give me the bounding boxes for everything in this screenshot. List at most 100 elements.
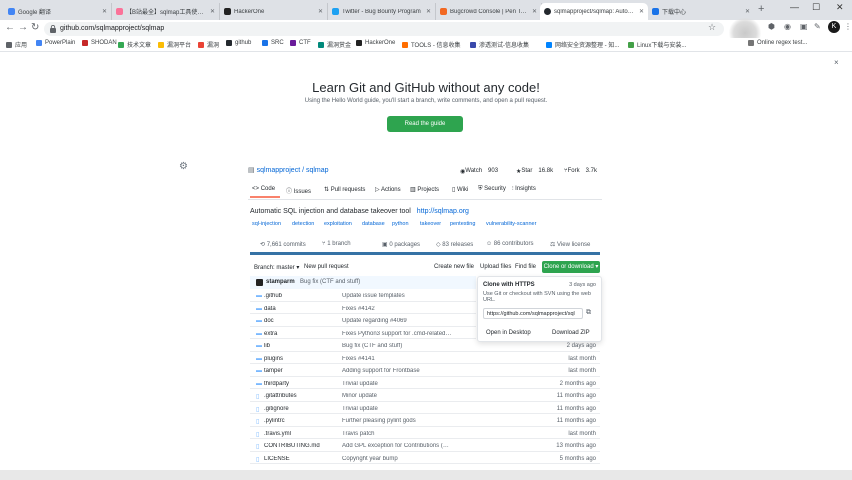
topic-tag[interactable]: detection [292, 221, 314, 227]
window-close-button[interactable]: ✕ [836, 2, 844, 13]
new-pull-request-button[interactable]: New pull request [304, 264, 349, 270]
file-commit-message[interactable]: Add GPL exception for Contributions (#34… [342, 443, 452, 449]
fork-button[interactable]: ⑂ Fork 3.7k [564, 165, 597, 177]
bookmark-item[interactable]: HackerOne [356, 40, 395, 46]
avatar[interactable] [256, 279, 263, 286]
file-name[interactable]: .pylintrc [264, 418, 324, 424]
close-icon[interactable]: ✕ [426, 8, 431, 15]
upload-files-button[interactable]: Upload files [480, 264, 511, 270]
extension-icon[interactable]: ✎ [814, 22, 821, 31]
table-row[interactable]: ▬ data Fixes #4142 [250, 302, 476, 314]
download-zip-button[interactable]: Download ZIP [552, 330, 590, 336]
bookmark-item[interactable]: SRC [262, 40, 284, 46]
read-guide-button[interactable]: Read the guide [387, 116, 463, 132]
file-name[interactable]: lib [264, 343, 324, 349]
browser-tab[interactable]: 【B站最全】sqlmap工具使用教程 ✕ [112, 3, 220, 20]
file-name[interactable]: LICENSE [264, 456, 324, 462]
file-name[interactable]: .gitattributes [264, 393, 324, 399]
file-commit-message[interactable]: Copyright year bump [342, 456, 452, 462]
file-name[interactable]: .github [264, 293, 324, 299]
file-commit-message[interactable]: Further pleasing pylint gods [342, 418, 452, 424]
tab-insights[interactable]: ⫶ Insights [512, 186, 536, 193]
close-icon[interactable]: ✕ [210, 8, 215, 15]
website-link[interactable]: http://sqlmap.org [417, 208, 469, 215]
address-bar[interactable]: github.com/sqlmapproject/sqlmap [44, 22, 724, 36]
close-icon[interactable]: ✕ [102, 8, 107, 15]
tab-projects[interactable]: ▥ Projects [410, 186, 439, 193]
browser-tab[interactable]: Twitter - Bug Bounty Program ✕ [328, 3, 436, 20]
table-row[interactable]: ▬ extra Fixes Python3 support for .cmd-rel… [250, 327, 476, 339]
bookmark-item[interactable]: 应用 [6, 40, 27, 49]
branches-link[interactable]: ⑂ 1 branch [322, 241, 351, 247]
commit-author[interactable]: stamparm [266, 279, 295, 285]
file-name[interactable]: CONTRIBUTING.md [264, 443, 324, 449]
bookmark-item[interactable]: 漏洞赏金 [318, 40, 351, 49]
bookmark-item[interactable]: PowerPlain [36, 40, 75, 46]
browser-menu-icon[interactable]: ⋮ [844, 22, 852, 31]
star-button[interactable]: ★ Star 16.8k [516, 165, 553, 177]
contributors-link[interactable]: ☺ 86 contributors [486, 241, 534, 247]
file-commit-message[interactable]: Minor update [342, 393, 452, 399]
tab-code[interactable]: <> Code [252, 186, 275, 192]
new-tab-button[interactable]: + [758, 3, 764, 15]
table-row[interactable]: ▯ .gitattributes Minor update 11 months ago [250, 389, 600, 402]
clipboard-icon[interactable]: ⧉ [586, 309, 591, 317]
bookmark-item[interactable]: 网络安全资源整理 - 知... [546, 40, 619, 49]
table-row[interactable]: ▯ LICENSE Copyright year bump 5 months ago [250, 452, 600, 464]
topic-tag[interactable]: sql-injection [252, 221, 281, 227]
file-name[interactable]: doc [264, 318, 324, 324]
bookmark-item[interactable]: SHODAN [82, 40, 117, 46]
table-row[interactable]: ▯ .gitignore Trivial update 11 months ago [250, 402, 600, 414]
browser-tab[interactable]: Bugcrowd Console | Pen Testing ✕ [436, 3, 542, 20]
file-name[interactable]: plugins [264, 356, 324, 362]
file-name[interactable]: data [264, 306, 324, 312]
topic-tag[interactable]: takeover [420, 221, 441, 227]
close-icon[interactable]: ✕ [639, 8, 644, 15]
releases-link[interactable]: ◇ 83 releases [436, 241, 473, 248]
table-row[interactable]: ▯ CONTRIBUTING.md Add GPL exception for Co… [250, 439, 600, 452]
forward-arrow-icon[interactable]: → [18, 22, 28, 33]
open-in-desktop-button[interactable]: Open in Desktop [486, 330, 531, 336]
extension-icon[interactable]: ◉ [784, 22, 791, 31]
extension-icon[interactable]: ⬢ [768, 22, 775, 31]
table-row[interactable]: ▬ tamper Adding support for Frontbase last … [250, 364, 600, 377]
topic-tag[interactable]: database [362, 221, 385, 227]
file-name[interactable]: .gitignore [264, 406, 324, 412]
bookmark-item[interactable]: 技术文章 [118, 40, 151, 49]
table-row[interactable]: ▬ .github Update issue templates [250, 289, 476, 302]
file-name[interactable]: tamper [264, 368, 324, 374]
file-commit-message[interactable]: Travis patch [342, 431, 452, 437]
file-commit-message[interactable]: Bug fix (CTF and stuff) [342, 343, 452, 349]
tab-actions[interactable]: ▷ Actions [375, 186, 401, 193]
file-commit-message[interactable]: Fixes #4141 [342, 356, 452, 362]
tab-wiki[interactable]: ▯ Wiki [452, 186, 468, 193]
banner-close-icon[interactable]: × [834, 58, 839, 67]
file-commit-message[interactable]: Fixes #4142 [342, 306, 452, 312]
table-row[interactable]: ▬ doc Update regarding #4069 [250, 314, 476, 327]
table-row[interactable]: ▯ .pylintrc Further pleasing pylint gods 11… [250, 414, 600, 427]
close-icon[interactable]: ✕ [745, 8, 750, 15]
clone-download-button[interactable]: Clone or download ▾ [542, 261, 600, 273]
profile-avatar[interactable]: K [828, 21, 840, 33]
watch-button[interactable]: ◉ Watch 903 [460, 165, 498, 177]
close-icon[interactable]: ✕ [532, 8, 537, 15]
tab-pull-requests[interactable]: ⇅ Pull requests [324, 186, 365, 193]
bookmark-item[interactable]: 漏洞平台 [158, 40, 191, 49]
file-commit-message[interactable]: Trivial update [342, 381, 452, 387]
topic-tag[interactable]: vulnerability-scanner [486, 221, 536, 227]
bookmark-item[interactable]: Linux下载与安装... [628, 40, 686, 49]
commits-link[interactable]: ⟲ 7,661 commits [260, 241, 306, 248]
close-icon[interactable]: ✕ [318, 8, 323, 15]
bookmark-item[interactable]: 渗透测试-信息收集 [470, 40, 529, 49]
commit-message[interactable]: Bug fix (CTF and stuff) [300, 279, 360, 285]
browser-tab-active[interactable]: sqlmapproject/sqlmap: Automatic ✕ [540, 3, 648, 20]
tab-issues[interactable]: ⓘ Issues [286, 186, 311, 195]
reload-icon[interactable]: ↻ [31, 22, 39, 33]
maximize-button[interactable]: ☐ [812, 2, 820, 13]
create-file-button[interactable]: Create new file [434, 264, 474, 270]
topic-tag[interactable]: pentesting [450, 221, 475, 227]
back-arrow-icon[interactable]: ← [5, 22, 15, 33]
file-commit-message[interactable]: Update issue templates [342, 293, 452, 299]
branch-select[interactable]: Branch: master ▾ [254, 264, 299, 271]
browser-tab[interactable]: Google 翻译 ✕ [4, 3, 112, 20]
